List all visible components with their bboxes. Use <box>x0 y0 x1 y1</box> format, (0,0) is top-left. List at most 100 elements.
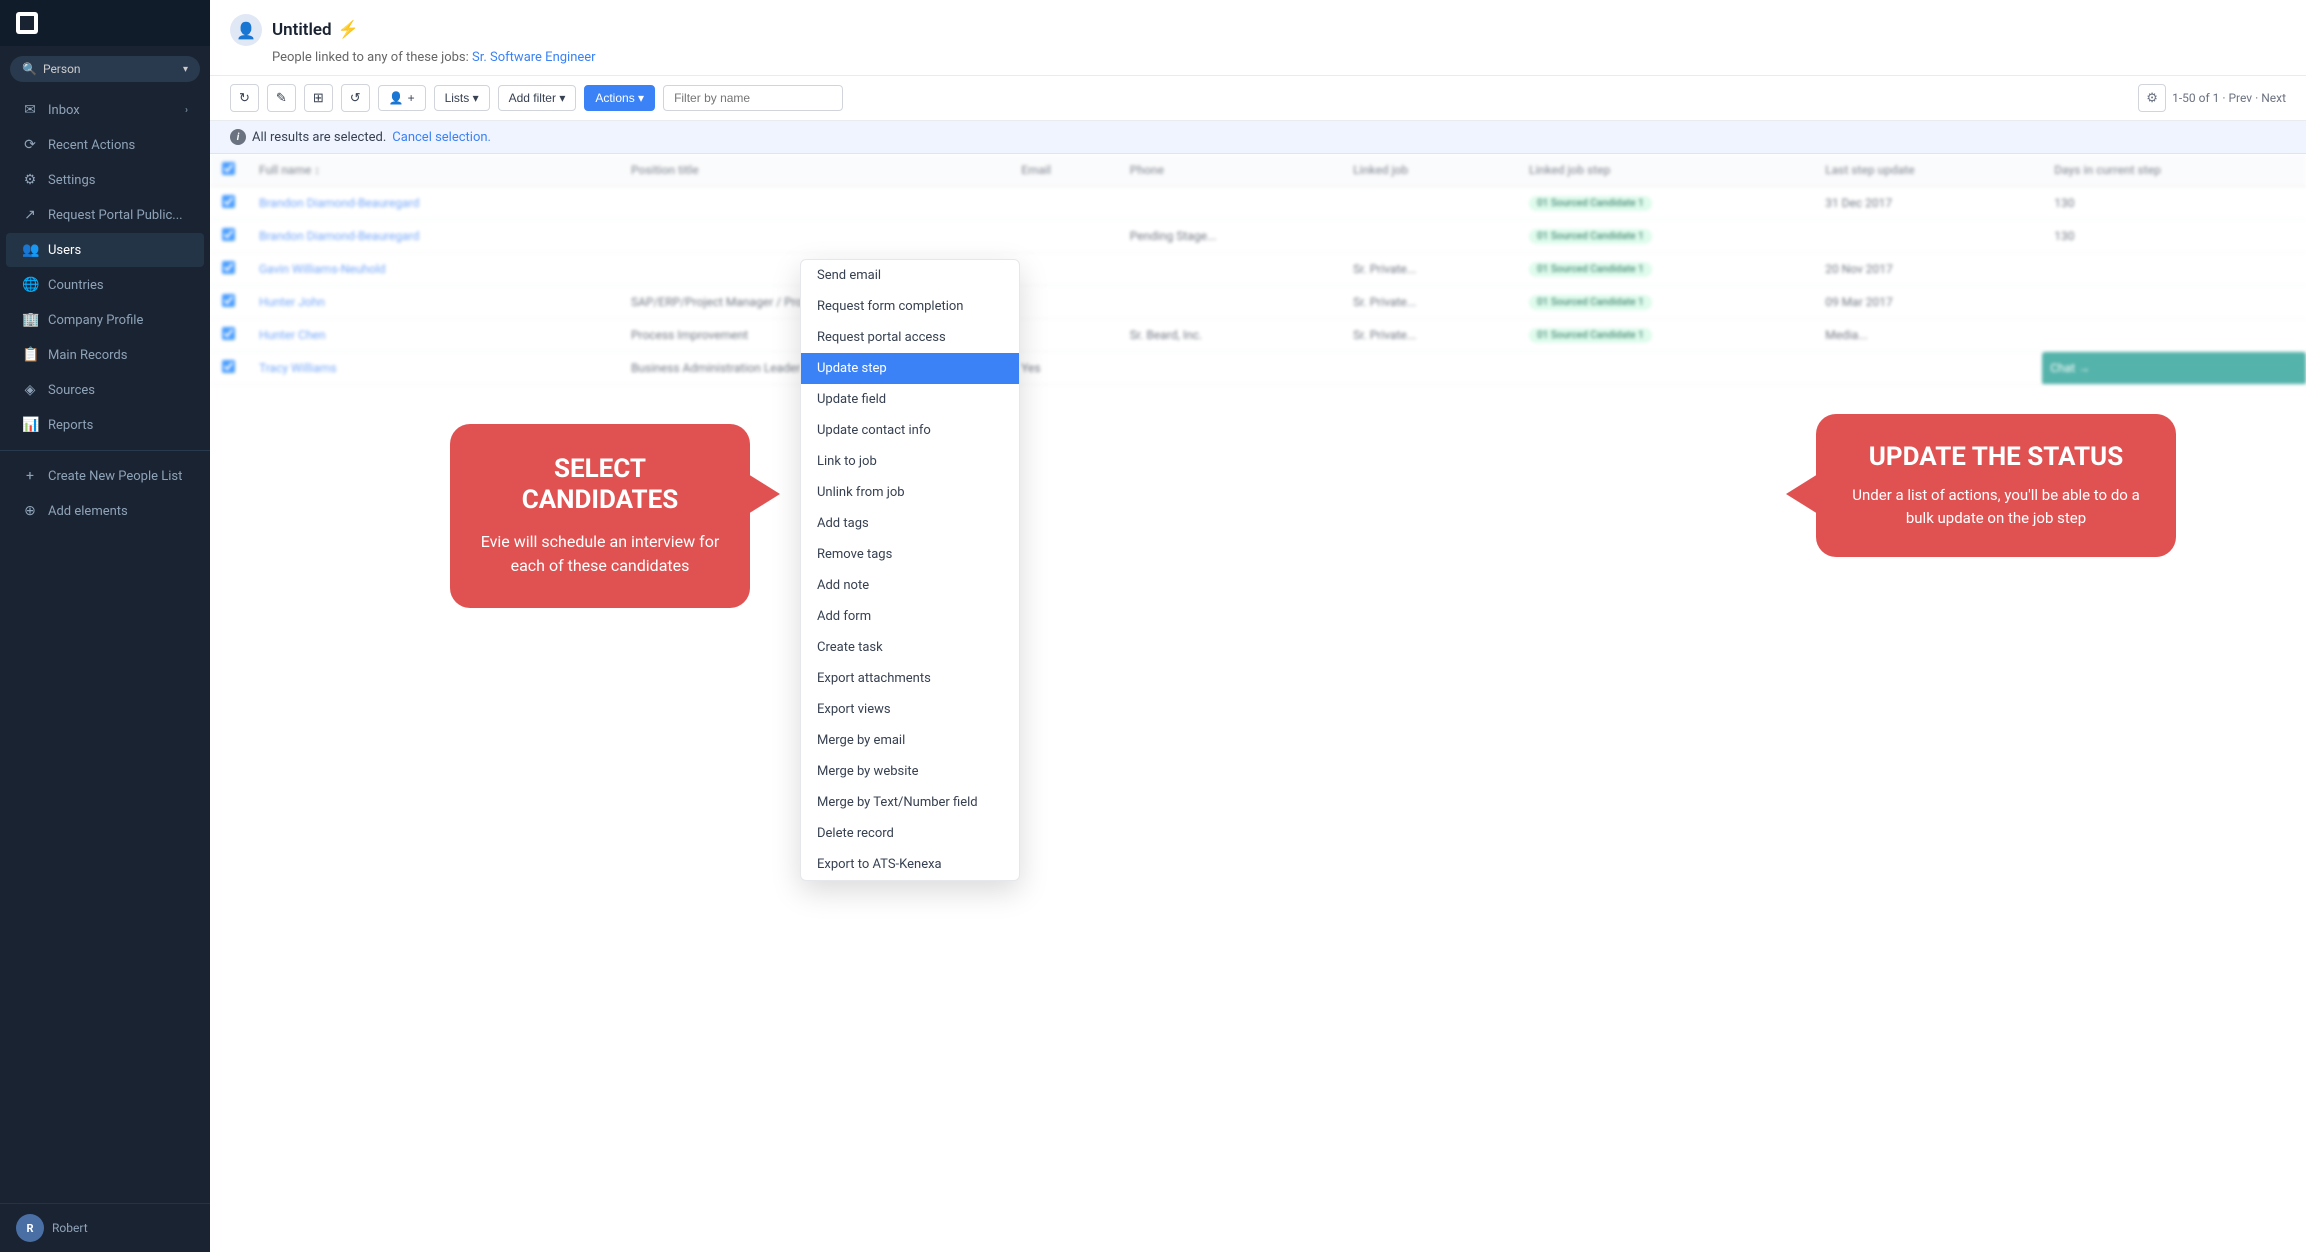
row-position <box>619 220 1009 253</box>
sidebar-item-settings[interactable]: ⚙ Settings <box>6 163 204 197</box>
dropdown-item-link-job[interactable]: Link to job <box>801 446 1019 477</box>
dropdown-item-update-step[interactable]: Update step <box>801 353 1019 384</box>
dropdown-item-request-portal[interactable]: Request portal access <box>801 322 1019 353</box>
dropdown-item-delete-record[interactable]: Delete record <box>801 818 1019 849</box>
dropdown-item-export-attachments[interactable]: Export attachments <box>801 663 1019 694</box>
th-days[interactable]: Days in current step <box>2042 154 2306 187</box>
sidebar-item-add-elements[interactable]: ⊕ Add elements <box>6 494 204 528</box>
dropdown-item-unlink-job[interactable]: Unlink from job <box>801 477 1019 508</box>
table-settings-button[interactable]: ⚙ <box>2138 84 2166 112</box>
refresh-button[interactable]: ↻ <box>230 84 259 112</box>
dropdown-item-export-ats[interactable]: Export to ATS-Kenexa <box>801 849 1019 880</box>
table-header: Full name ↕ Position title Email Phone L… <box>210 154 2306 187</box>
data-table: Full name ↕ Position title Email Phone L… <box>210 154 2306 385</box>
main-content: 👤 Untitled ⚡ People linked to any of the… <box>210 0 2306 1252</box>
row-days: 130 <box>2042 187 2306 220</box>
sidebar-search[interactable]: 🔍 Person ▾ <box>10 56 200 82</box>
dropdown-item-merge-text[interactable]: Merge by Text/Number field <box>801 787 1019 818</box>
page-title: Untitled ⚡ <box>272 20 359 40</box>
dropdown-item-send-email[interactable]: Send email <box>801 260 1019 291</box>
sidebar-item-sources[interactable]: ◈ Sources <box>6 373 204 407</box>
sidebar-item-portal-label: Request Portal Public... <box>48 208 183 223</box>
th-linked-job-step[interactable]: Linked job step <box>1517 154 1813 187</box>
dropdown-item-create-task[interactable]: Create task <box>801 632 1019 663</box>
row-last-step: 09 Mar 2017 <box>1813 286 2042 319</box>
callout-right-title: UPDATE THE STATUS <box>1846 442 2146 472</box>
company-icon: 🏢 <box>22 312 38 328</box>
row-email: Yes <box>1009 352 1118 385</box>
dropdown-item-export-views[interactable]: Export views <box>801 694 1019 725</box>
dropdown-item-merge-website[interactable]: Merge by website <box>801 756 1019 787</box>
row-check[interactable] <box>210 187 247 220</box>
th-last-step[interactable]: Last step update <box>1813 154 2042 187</box>
sidebar-item-inbox[interactable]: ✉ Inbox › <box>6 93 204 127</box>
undo-button[interactable]: ↺ <box>341 84 370 112</box>
table-body: Brandon Diamond-Beauregard 01 Sourced Ca… <box>210 187 2306 385</box>
sidebar-item-recent-actions[interactable]: ⟳ Recent Actions <box>6 128 204 162</box>
row-linked-job-step: 01 Sourced Candidate 1 <box>1517 253 1813 286</box>
sidebar-item-users[interactable]: 👥 Users <box>6 233 204 267</box>
grid-button[interactable]: ⊞ <box>304 84 333 112</box>
sidebar-item-company[interactable]: 🏢 Company Profile <box>6 303 204 337</box>
row-linked-job: Sr. Private... <box>1341 319 1517 352</box>
sidebar-item-countries[interactable]: 🌐 Countries <box>6 268 204 302</box>
row-check[interactable] <box>210 319 247 352</box>
lists-button[interactable]: Lists ▾ <box>434 85 490 111</box>
row-linked-job-step <box>1517 352 1813 385</box>
row-days <box>2042 253 2306 286</box>
page-header-top: 👤 Untitled ⚡ <box>230 14 2286 46</box>
th-position[interactable]: Position title <box>619 154 1009 187</box>
row-check[interactable] <box>210 220 247 253</box>
search-icon: 🔍 <box>22 62 37 76</box>
callout-right: UPDATE THE STATUS Under a list of action… <box>1816 414 2176 557</box>
user-avatar: R <box>16 1214 44 1242</box>
row-days <box>2042 319 2306 352</box>
select-all-checkbox[interactable] <box>222 162 235 175</box>
sidebar-item-new-list[interactable]: + Create New People List <box>6 459 204 493</box>
sidebar-item-recent-label: Recent Actions <box>48 138 135 153</box>
search-dropdown-icon: ▾ <box>183 64 188 75</box>
toolbar: ↻ ✎ ⊞ ↺ 👤 + Lists ▾ Add filter ▾ Actions… <box>210 76 2306 121</box>
actions-button[interactable]: Actions ▾ <box>584 85 655 111</box>
subtitle-link[interactable]: Sr. Software Engineer <box>472 50 596 65</box>
recent-actions-icon: ⟳ <box>22 137 38 153</box>
row-email <box>1009 220 1118 253</box>
dropdown-item-update-contact[interactable]: Update contact info <box>801 415 1019 446</box>
sidebar-footer: R Robert <box>0 1203 210 1252</box>
countries-icon: 🌐 <box>22 277 38 293</box>
chevron-icon: › <box>185 105 188 116</box>
sidebar-item-records[interactable]: 📋 Main Records <box>6 338 204 372</box>
dropdown-item-add-tags[interactable]: Add tags <box>801 508 1019 539</box>
row-last-step: Media... <box>1813 319 2042 352</box>
row-check[interactable] <box>210 286 247 319</box>
cancel-selection-link[interactable]: Cancel selection. <box>392 130 491 145</box>
row-email <box>1009 286 1118 319</box>
dropdown-item-remove-tags[interactable]: Remove tags <box>801 539 1019 570</box>
add-person-button[interactable]: 👤 + <box>378 85 426 111</box>
sidebar-item-sources-label: Sources <box>48 383 95 398</box>
edit-button[interactable]: ✎ <box>267 84 296 112</box>
row-check[interactable] <box>210 352 247 385</box>
dropdown-item-add-note[interactable]: Add note <box>801 570 1019 601</box>
th-checkbox <box>210 154 247 187</box>
th-full-name[interactable]: Full name ↕ <box>247 154 619 187</box>
sidebar-item-countries-label: Countries <box>48 278 104 293</box>
app-layout: 🔍 Person ▾ ✉ Inbox › ⟳ Recent Actions ⚙ … <box>0 0 2306 1252</box>
table-row: Hunter John SAP/ERP/Project Manager / Pr… <box>210 286 2306 319</box>
th-phone[interactable]: Phone <box>1118 154 1341 187</box>
th-linked-job[interactable]: Linked job <box>1341 154 1517 187</box>
sidebar-item-portal[interactable]: ↗ Request Portal Public... <box>6 198 204 232</box>
add-filter-button[interactable]: Add filter ▾ <box>498 85 577 111</box>
dropdown-item-request-form[interactable]: Request form completion <box>801 291 1019 322</box>
row-last-step <box>1813 220 2042 253</box>
sidebar-item-reports[interactable]: 📊 Reports <box>6 408 204 442</box>
table-row: Brandon Diamond-Beauregard Pending Stage… <box>210 220 2306 253</box>
dropdown-item-add-form[interactable]: Add form <box>801 601 1019 632</box>
table-blur-wrapper: Full name ↕ Position title Email Phone L… <box>210 154 2306 385</box>
dropdown-item-update-field[interactable]: Update field <box>801 384 1019 415</box>
th-email[interactable]: Email <box>1009 154 1118 187</box>
pagination-info: 1-50 of 1 · Prev · Next <box>2172 91 2286 105</box>
row-check[interactable] <box>210 253 247 286</box>
dropdown-item-merge-email[interactable]: Merge by email <box>801 725 1019 756</box>
filter-input[interactable] <box>663 85 843 111</box>
